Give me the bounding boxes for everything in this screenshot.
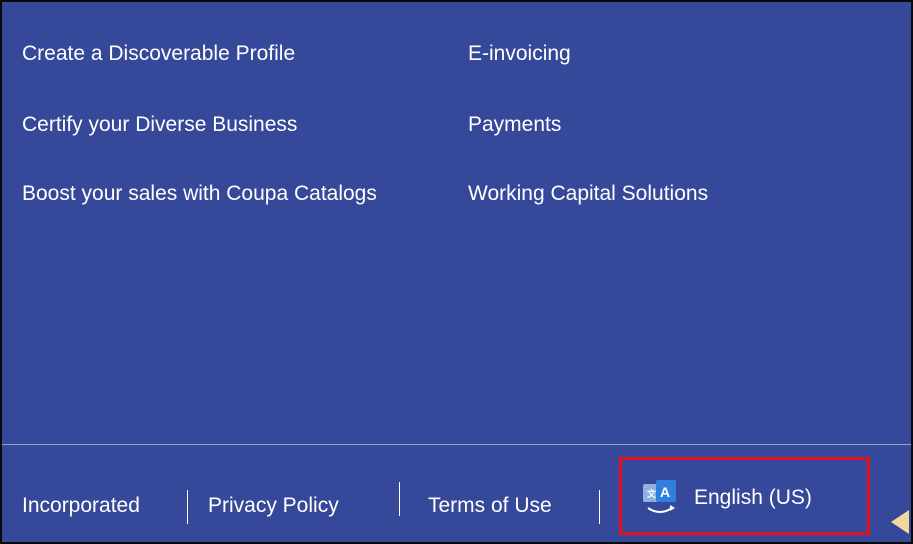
footer-divider (2, 444, 911, 445)
terms-of-use-link[interactable]: Terms of Use (428, 486, 552, 526)
link-payments[interactable]: Payments (468, 107, 561, 143)
svg-text:A: A (660, 484, 670, 500)
footer-separator (187, 490, 188, 524)
svg-text:文: 文 (646, 488, 657, 499)
footer-incorporated: Incorporated (22, 494, 140, 517)
link-certify-diverse-business[interactable]: Certify your Diverse Business (22, 107, 297, 143)
language-selector[interactable]: 文 A English (US) (640, 476, 812, 520)
footer-separator (599, 490, 600, 524)
link-e-invoicing[interactable]: E-invoicing (468, 36, 571, 72)
link-working-capital-solutions[interactable]: Working Capital Solutions (468, 176, 708, 212)
translate-icon: 文 A (640, 478, 680, 518)
footer-separator (399, 482, 400, 516)
pointer-arrow-icon (891, 510, 909, 534)
footer-panel: Create a Discoverable Profile Certify yo… (0, 0, 913, 544)
link-boost-sales-coupa-catalogs[interactable]: Boost your sales with Coupa Catalogs (22, 176, 382, 212)
link-create-discoverable-profile[interactable]: Create a Discoverable Profile (22, 36, 295, 72)
language-label: English (US) (694, 486, 812, 509)
privacy-policy-link[interactable]: Privacy Policy (208, 486, 339, 526)
